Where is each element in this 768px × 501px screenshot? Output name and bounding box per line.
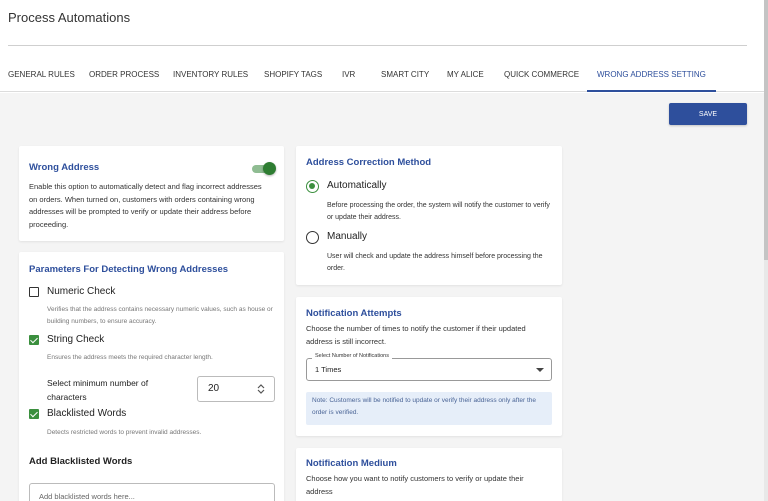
title-divider	[8, 45, 747, 46]
stepper-icon[interactable]	[256, 383, 266, 395]
add-blacklisted-title: Add Blacklisted Words	[29, 456, 133, 467]
string-check-hint: Ensures the address meets the required c…	[47, 354, 213, 361]
blacklisted-words-checkbox[interactable]	[29, 409, 39, 419]
min-characters-label: Select minimum number of characters	[47, 378, 149, 402]
manual-radio[interactable]	[306, 231, 319, 244]
wrong-address-description: Enable this option to automatically dete…	[29, 182, 262, 229]
numeric-check-hint: Verifies that the address contains neces…	[47, 306, 273, 325]
tab-wrong-address-setting[interactable]: WRONG ADDRESS SETTING	[587, 62, 716, 92]
manual-hint: User will check and update the address h…	[327, 253, 543, 272]
min-characters-value: 20	[208, 383, 220, 394]
tab-general-rules[interactable]: GENERAL RULES	[8, 62, 75, 92]
caret-down-icon	[536, 368, 544, 372]
notifications-select[interactable]: 1 Times	[306, 358, 552, 381]
page-scrollbar[interactable]	[764, 0, 768, 501]
toggle-knob	[263, 162, 276, 175]
notifications-select-label: Select Number of Notifications	[312, 353, 392, 359]
notification-attempts-title: Notification Attempts	[306, 308, 402, 319]
notifications-select-value: 1 Times	[315, 365, 342, 374]
min-characters-input[interactable]: 20	[197, 376, 275, 402]
save-button[interactable]: SAVE	[669, 103, 747, 125]
blacklisted-words-hint: Detects restricted words to prevent inva…	[47, 429, 202, 436]
tab-shopify-tags[interactable]: SHOPIFY TAGS	[264, 62, 322, 92]
wrong-address-toggle[interactable]	[252, 162, 276, 176]
notification-medium-title: Notification Medium	[306, 458, 397, 469]
tab-quick-commerce[interactable]: QUICK COMMERCE	[504, 62, 579, 92]
wrong-address-title: Wrong Address	[29, 162, 100, 173]
parameters-title: Parameters For Detecting Wrong Addresses	[29, 264, 229, 275]
blacklisted-words-input[interactable]	[30, 484, 274, 501]
scrollbar-thumb[interactable]	[764, 0, 768, 260]
tab-ivr[interactable]: IVR	[342, 62, 355, 92]
blacklisted-words-label: Blacklisted Words	[47, 408, 127, 419]
automatic-hint: Before processing the order, the system …	[327, 202, 550, 221]
tab-my-alice[interactable]: MY ALICE	[447, 62, 484, 92]
page-title: Process Automations	[8, 10, 131, 25]
string-check-label: String Check	[47, 334, 105, 345]
tab-inventory-rules[interactable]: INVENTORY RULES	[173, 62, 248, 92]
notification-note: Note: Customers will be notified to upda…	[306, 392, 552, 425]
numeric-check-checkbox[interactable]	[29, 287, 39, 297]
correction-method-title: Address Correction Method	[306, 157, 432, 168]
automatic-radio[interactable]	[306, 180, 319, 193]
notification-note-text: Note: Customers will be notified to upda…	[312, 397, 536, 416]
top-bar: Process Automations GENERAL RULES ORDER …	[0, 0, 768, 93]
notification-attempts-description: Choose the number of times to notify the…	[306, 324, 526, 346]
string-check-checkbox[interactable]	[29, 335, 39, 345]
tab-order-process[interactable]: ORDER PROCESS	[89, 62, 159, 92]
notification-medium-description: Choose how you want to notify customers …	[306, 474, 524, 496]
automatic-label: Automatically	[327, 180, 387, 191]
blacklisted-words-field	[29, 483, 275, 501]
tab-smart-city[interactable]: SMART CITY	[381, 62, 429, 92]
tab-bar: GENERAL RULES ORDER PROCESS INVENTORY RU…	[0, 62, 768, 92]
manual-label: Manually	[327, 231, 368, 242]
numeric-check-label: Numeric Check	[47, 286, 116, 297]
